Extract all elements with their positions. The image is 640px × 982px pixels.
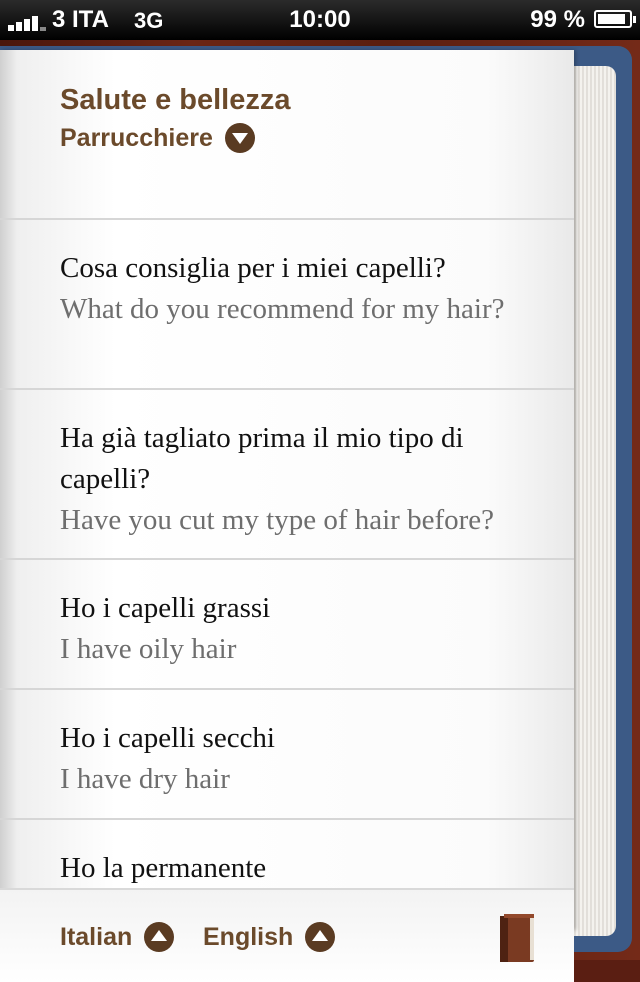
phrase-item[interactable]: Ho la permanente: [0, 818, 574, 890]
battery-percentage: 99 %: [530, 6, 585, 33]
book-icon[interactable]: [500, 912, 536, 964]
phrase-english: I have oily hair: [60, 633, 237, 665]
source-language-selector[interactable]: Italian: [60, 922, 175, 952]
phrase-english: What do you recommend for my hair?: [60, 293, 505, 325]
battery-icon: [594, 10, 636, 28]
phrase-item[interactable]: Ho i capelli grassi I have oily hair: [0, 558, 574, 688]
target-language-selector[interactable]: English: [203, 922, 336, 952]
phrase-italian: Ho i capelli secchi: [60, 722, 275, 754]
phrase-english: Have you cut my type of hair before?: [60, 504, 495, 536]
phrase-item[interactable]: Ho i capelli secchi I have dry hair: [0, 688, 574, 818]
book-page: Salute e bellezza Parrucchiere Cosa cons…: [0, 50, 574, 982]
phrase-italian: Ho i capelli grassi: [60, 592, 271, 624]
status-bar: 3 ITA 3G 10:00 99 %: [0, 0, 640, 40]
page-header: Salute e bellezza Parrucchiere: [60, 84, 291, 153]
subcategory-title[interactable]: Parrucchiere: [60, 124, 213, 153]
phrase-item[interactable]: Cosa consiglia per i miei capelli? What …: [0, 218, 574, 388]
chevron-up-icon[interactable]: [144, 922, 175, 952]
phrase-italian: Ho la permanente: [60, 852, 267, 884]
chevron-down-icon[interactable]: [224, 123, 255, 153]
chevron-up-icon[interactable]: [305, 922, 336, 952]
category-title: Salute e bellezza: [60, 84, 291, 116]
phrase-item[interactable]: Ha già tagliato prima il mio tipo di cap…: [0, 388, 574, 558]
language-bar: Italian English: [0, 888, 574, 982]
phrase-italian: Ha già tagliato prima il mio tipo di cap…: [60, 422, 464, 495]
subcategory-selector[interactable]: Parrucchiere: [60, 123, 291, 153]
source-language-label[interactable]: Italian: [60, 923, 132, 952]
phrase-list[interactable]: Cosa consiglia per i miei capelli? What …: [0, 218, 574, 890]
phrase-italian: Cosa consiglia per i miei capelli?: [60, 252, 446, 284]
target-language-label[interactable]: English: [203, 923, 293, 952]
phrase-english: I have dry hair: [60, 763, 230, 795]
